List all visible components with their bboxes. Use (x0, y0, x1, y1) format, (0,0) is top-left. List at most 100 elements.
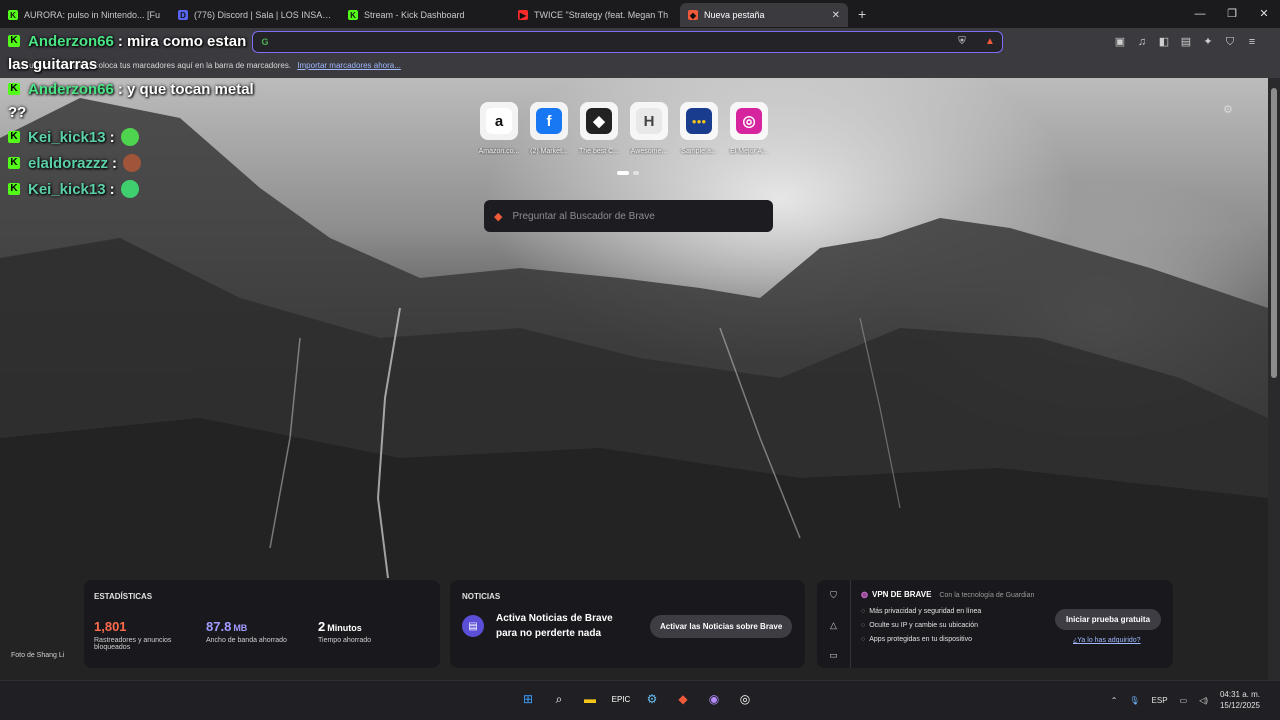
talk-icon[interactable]: ▭ (817, 650, 850, 670)
microphone-icon[interactable]: 🎙 (1129, 696, 1139, 705)
language-indicator[interactable]: ESP (1152, 696, 1168, 705)
tab-1[interactable]: D (776) Discord | Sala | LOS INSANE (170, 3, 340, 27)
site-logo-icon: ●●● (680, 102, 718, 140)
tab-title: (776) Discord | Sala | LOS INSANE (194, 10, 332, 20)
site-label: Sample a... (681, 148, 717, 155)
stat-value: 87.8 MB (206, 619, 248, 634)
vpn-shield-icon[interactable]: ⛉ (817, 590, 850, 610)
wallet-icon[interactable]: ▤ (1178, 34, 1194, 50)
top-site-tile[interactable]: f (2) Market... (528, 102, 570, 155)
toolbar-icons: ▣ ♫ ◧ ▤ ✦ ⛉ ≡ (1112, 34, 1260, 50)
file-explorer-icon[interactable]: ▬ (578, 687, 602, 711)
twitch-chat-icon[interactable]: ◉ (702, 687, 726, 711)
volume-icon[interactable]: ◁) (1199, 696, 1208, 705)
scrollbar-thumb[interactable] (1271, 88, 1277, 378)
tab-3[interactable]: ▶ TWICE "Strategy (feat. Megan Th (510, 3, 680, 27)
search-icon[interactable]: ⌕ (547, 687, 571, 711)
stat-caption: Rastreadores y anuncios bloqueados (94, 637, 172, 651)
import-bookmarks-link[interactable]: Importar marcadores ahora... (297, 61, 401, 70)
stat-value: 2 Minutos (318, 619, 362, 634)
news-widget: NOTICIAS ▤ Activa Noticias de Brave para… (450, 580, 805, 668)
vpn-icon[interactable]: ⛉ (1222, 34, 1238, 50)
brave-rewards-icon[interactable]: ▲ (984, 36, 996, 48)
chat-username[interactable]: elaldorazzz (28, 155, 108, 172)
vpn-title: ◍ VPN DE BRAVE Con la tecnología de Guardi… (861, 590, 1035, 599)
leo-ai-icon[interactable]: ✦ (1200, 34, 1216, 50)
widget-switcher: ⛉ △ ▭ (817, 580, 851, 668)
maximize-icon[interactable]: ❐ (1216, 0, 1248, 28)
stat-caption: Ancho de banda ahorrado (206, 637, 287, 644)
pager-dot[interactable] (633, 171, 639, 175)
top-site-tile[interactable]: ●●● Sample a... (678, 102, 720, 155)
chat-username[interactable]: Kei_kick13 (28, 181, 106, 198)
chat-emote-icon (120, 180, 139, 198)
music-icon[interactable]: ♫ (1134, 34, 1150, 50)
brave-search-box[interactable]: ◆ Preguntar al Buscador de Brave (484, 200, 773, 232)
chat-text-wrap: ?? (8, 104, 27, 121)
top-site-tile[interactable]: ◆ The best C... (578, 102, 620, 155)
minimize-icon[interactable]: — (1184, 0, 1216, 28)
obs-icon[interactable]: ◎ (733, 687, 757, 711)
stream-chat-overlay: K Anderzon66: mira como estan las guitarra… (8, 28, 258, 202)
already-purchased-link[interactable]: ¿Ya lo has adquirido? (1073, 637, 1141, 644)
window-controls: — ❐ ✕ (1184, 0, 1280, 28)
chat-message: Kelaldorazzz: (8, 150, 258, 176)
stats-header: ESTADÍSTICAS (94, 592, 153, 601)
tab-2[interactable]: K Stream - Kick Dashboard (340, 3, 510, 27)
activate-news-button[interactable]: Activar las Noticias sobre Brave (650, 614, 793, 638)
site-logo-icon: a (480, 102, 518, 140)
steam-icon[interactable]: ⚙ (640, 687, 664, 711)
start-icon[interactable]: ⊞ (516, 687, 540, 711)
top-site-tile[interactable]: a Amazon.co... (478, 102, 520, 155)
scrollbar[interactable] (1268, 78, 1280, 680)
tab-close-icon[interactable]: ✕ (832, 10, 840, 21)
sidebar-icon[interactable]: ▣ (1112, 34, 1128, 50)
news-header: NOTICIAS (462, 592, 501, 601)
stats-widget: ESTADÍSTICAS 1,801 Rastreadores y anuncio… (84, 580, 440, 668)
customize-gear-icon[interactable]: ⚙ (1223, 103, 1233, 116)
tray-chevron-icon[interactable]: ⌃ (1111, 696, 1118, 705)
address-bar[interactable]: G ⛨ ▲ (252, 31, 1003, 53)
address-input[interactable] (279, 36, 956, 48)
site-label: The best C... (578, 148, 620, 155)
chat-username[interactable]: Anderzon66 (28, 33, 114, 50)
google-icon: G (261, 37, 269, 47)
site-label: Awesome... (630, 148, 668, 155)
stat-item: 2 Minutos Tiempo ahorrado (318, 619, 430, 651)
chat-text-wrap: las guitarras (8, 56, 98, 73)
side-panel-icon[interactable]: ◧ (1156, 34, 1172, 50)
menu-icon[interactable]: ≡ (1244, 34, 1260, 50)
chat-username[interactable]: Kei_kick13 (28, 129, 106, 146)
tab-title: AURORA: pulso in Nintendo... [Fu (24, 10, 161, 20)
vpn-powered-by: Con la tecnología de Guardian (939, 592, 1035, 599)
chat-username[interactable]: Anderzon66 (28, 81, 114, 98)
epic-games-icon[interactable]: EPIC (609, 687, 633, 711)
tab-4[interactable]: ◆ Nueva pestaña ✕ (680, 3, 848, 27)
tab-0[interactable]: K AURORA: pulso in Nintendo... [Fu (0, 3, 170, 27)
pager-dot-active[interactable] (617, 171, 629, 175)
kick-badge-icon: K (8, 183, 20, 195)
tab-strip: K AURORA: pulso in Nintendo... [Fu D (776) … (0, 0, 1280, 28)
site-label: El Mejor A... (730, 148, 768, 155)
brave-icon[interactable]: ◆ (671, 687, 695, 711)
clock[interactable]: 04:31 a. m. 15/12/2025 (1220, 689, 1260, 711)
top-site-tile[interactable]: H Awesome... (628, 102, 670, 155)
rewards-triangle-icon[interactable]: △ (817, 620, 850, 640)
news-icon: ▤ (462, 615, 484, 637)
chat-text: : mira como estan (117, 32, 247, 50)
brave-shields-icon[interactable]: ⛨ (956, 36, 968, 48)
kick-badge-icon: K (8, 131, 20, 143)
top-site-tile[interactable]: ◎ El Mejor A... (728, 102, 770, 155)
system-tray: ⌃ 🎙 ESP ▭ ◁) 04:31 a. m. 15/12/2025 (1111, 689, 1260, 711)
chat-message: K Anderzon66: mira como estan (8, 28, 258, 54)
new-tab-button[interactable]: + (858, 6, 866, 22)
start-trial-button[interactable]: Iniciar prueba gratuita (1055, 609, 1162, 630)
close-icon[interactable]: ✕ (1248, 0, 1280, 28)
stat-item: 1,801 Rastreadores y anuncios bloqueados (94, 619, 206, 651)
chat-text: : (112, 154, 118, 172)
photo-credit: Foto de Shang Li (11, 652, 65, 659)
top-sites-pager (617, 171, 639, 175)
brave-lion-icon: ◆ (494, 210, 503, 223)
tab-favicon-icon: ◆ (688, 10, 698, 20)
network-icon[interactable]: ▭ (1180, 696, 1188, 705)
